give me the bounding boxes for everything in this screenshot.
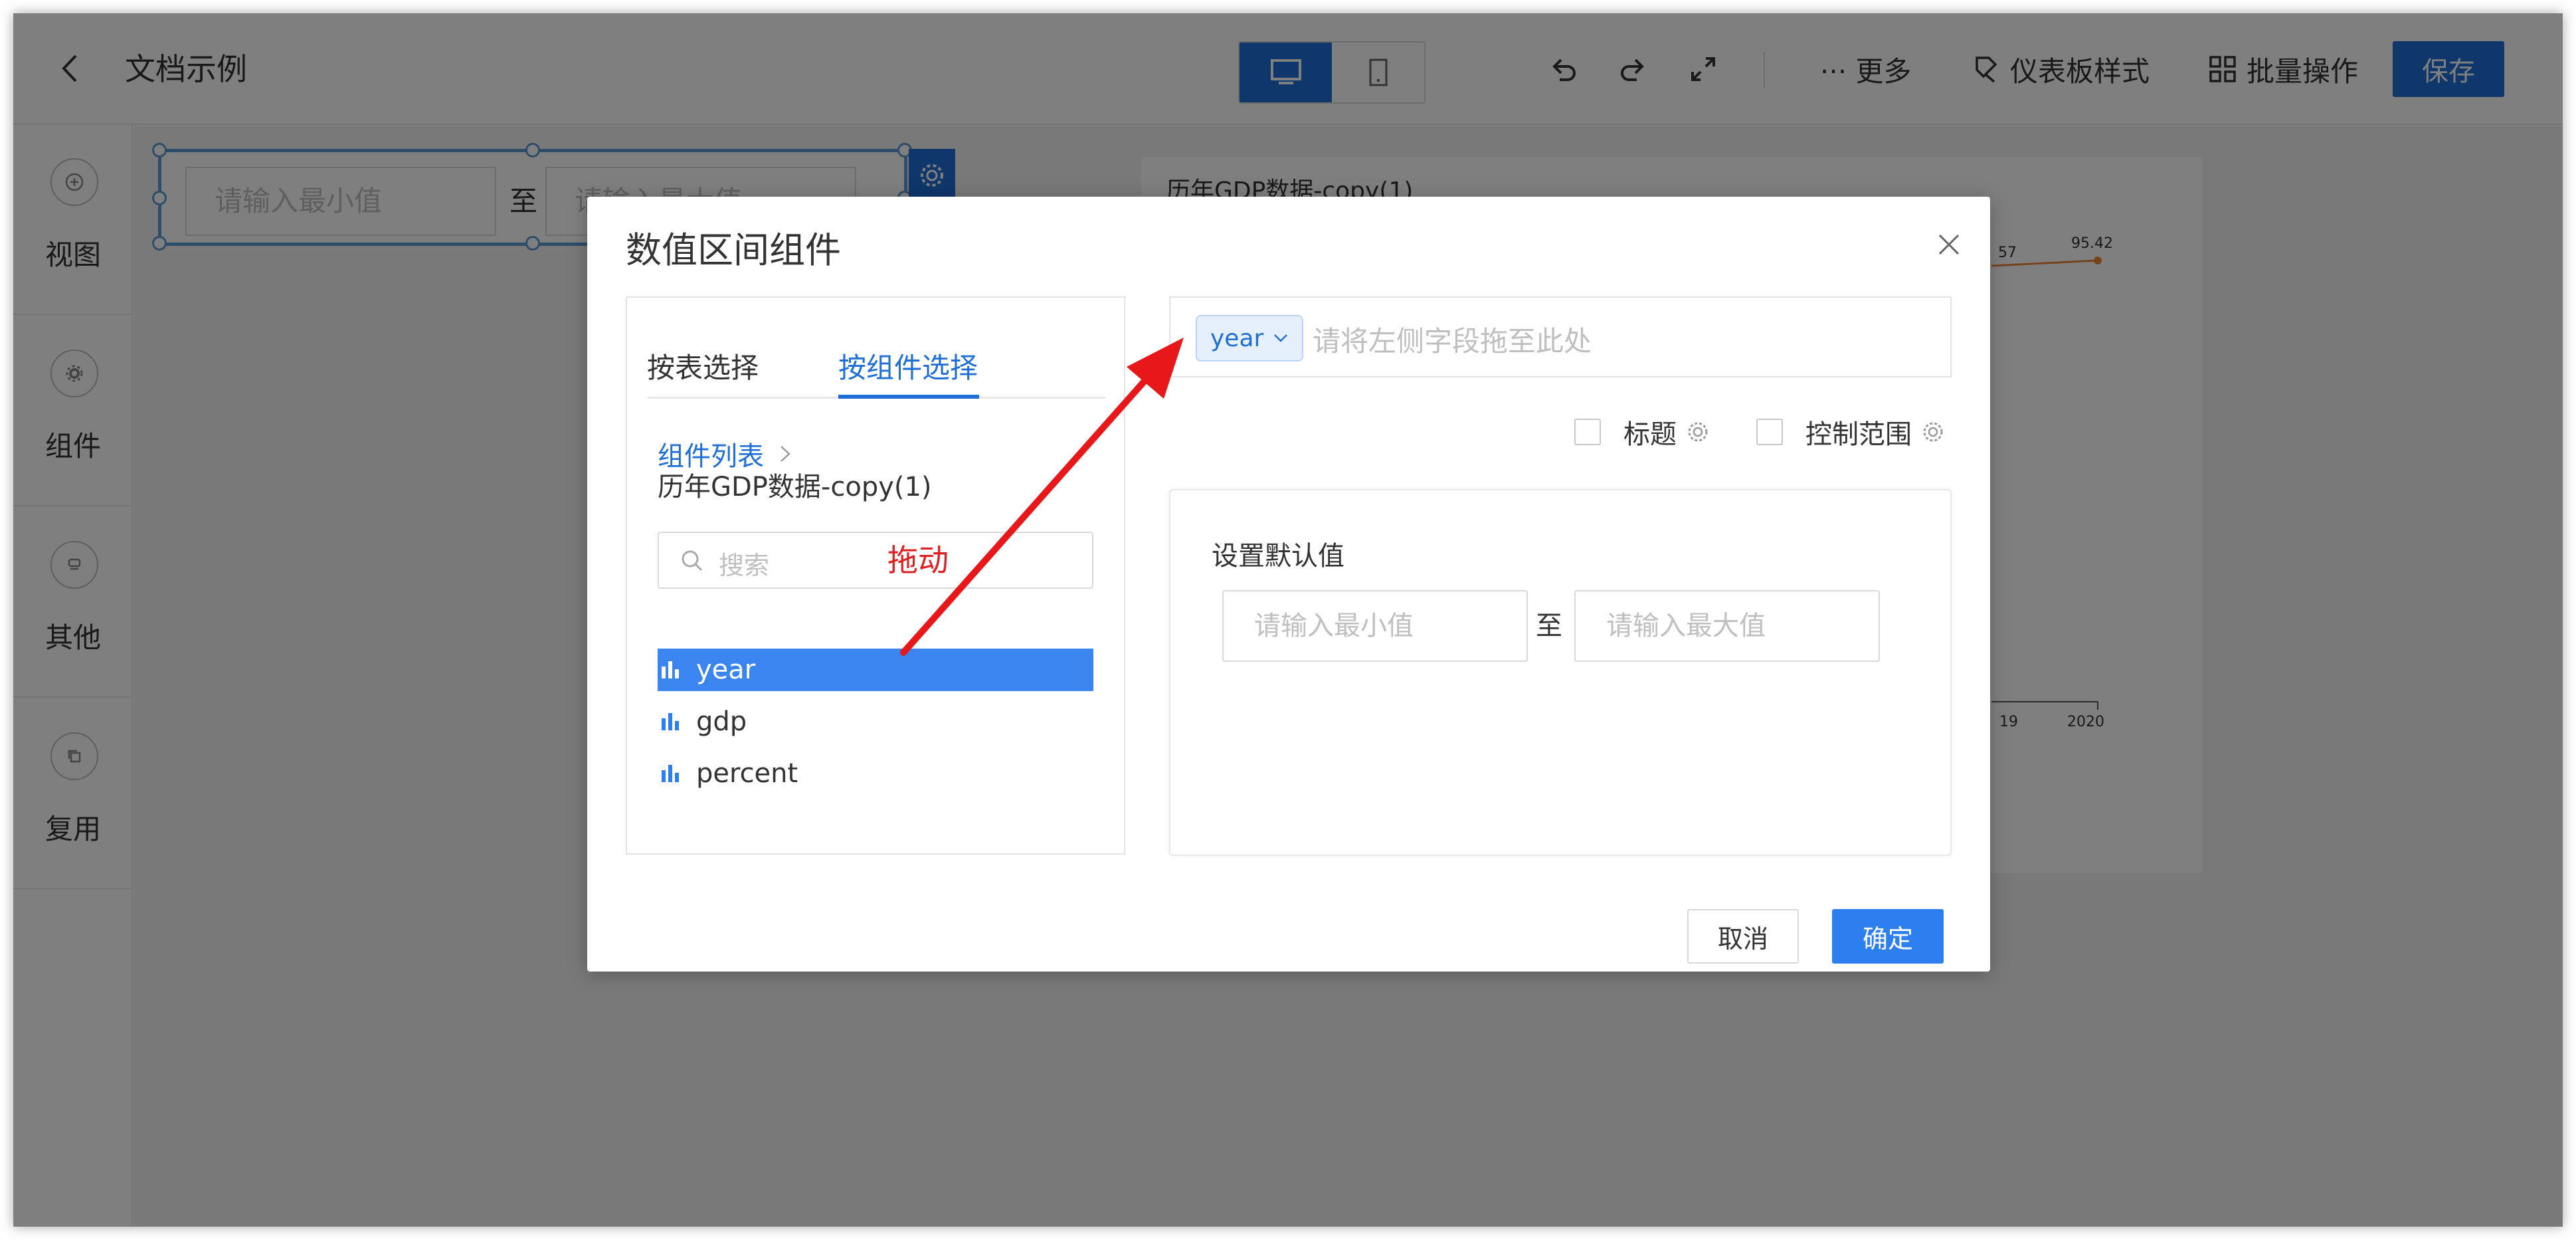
cancel-button[interactable]: 取消 <box>1687 909 1799 964</box>
settings-icon[interactable] <box>1921 420 1945 444</box>
tab-by-table[interactable]: 按表选择 <box>647 346 759 386</box>
drop-placeholder: 请将左侧字段拖至此处 <box>1313 325 1592 358</box>
title-checkbox[interactable] <box>1574 419 1601 445</box>
settings-icon[interactable] <box>1686 420 1710 444</box>
range-component-dialog: 数值区间组件 按表选择 按组件选择 组件列表 历年GDP数据-copy(1) 搜… <box>587 197 1990 972</box>
field-item-year[interactable]: year <box>658 649 1093 691</box>
breadcrumb-current: 历年GDP数据-copy(1) <box>658 472 932 502</box>
tag-label: year <box>1210 324 1264 352</box>
search-placeholder: 搜索 <box>719 551 770 580</box>
field-source-panel: 按表选择 按组件选择 组件列表 历年GDP数据-copy(1) 搜索 拖动 ye… <box>626 296 1125 855</box>
field-item-percent[interactable]: percent <box>658 752 1093 795</box>
default-min-input[interactable]: 请输入最小值 <box>1222 590 1528 662</box>
field-search-input[interactable]: 搜索 <box>658 532 1093 589</box>
source-tabs: 按表选择 按组件选择 <box>647 334 1105 399</box>
bar-chart-icon <box>662 765 679 782</box>
option-title-label: 标题 <box>1623 419 1677 450</box>
default-value-section: 设置默认值 请输入最小值 至 请输入最大值 <box>1169 489 1952 856</box>
dialog-title: 数值区间组件 <box>626 229 841 271</box>
default-separator: 至 <box>1536 611 1562 641</box>
active-tab-indicator <box>838 395 979 399</box>
option-title[interactable]: 标题 <box>1574 413 1710 451</box>
default-max-input[interactable]: 请输入最大值 <box>1574 590 1880 662</box>
tab-by-component[interactable]: 按组件选择 <box>838 346 978 386</box>
option-range-label: 控制范围 <box>1805 419 1912 450</box>
bar-chart-icon <box>662 661 679 678</box>
chevron-right-icon <box>781 446 790 462</box>
close-icon[interactable] <box>1936 231 1962 258</box>
field-label: year <box>696 655 756 685</box>
field-item-gdp[interactable]: gdp <box>658 700 1093 743</box>
search-icon <box>682 550 703 571</box>
default-value-label: 设置默认值 <box>1212 541 1344 571</box>
selected-field-tag[interactable]: year <box>1196 315 1304 362</box>
confirm-button[interactable]: 确定 <box>1832 909 1944 964</box>
field-label: gdp <box>696 706 747 737</box>
control-range-checkbox[interactable] <box>1756 419 1783 445</box>
bar-chart-icon <box>662 713 679 730</box>
field-label: percent <box>696 758 798 789</box>
drag-annotation: 拖动 <box>887 542 949 578</box>
app-window: 文档示例 ··· 更多 仪表板样式 批量操作 保存 <box>13 13 2563 1227</box>
option-control-range[interactable]: 控制范围 <box>1756 413 1945 451</box>
chevron-down-icon <box>1274 334 1288 342</box>
field-drop-zone[interactable]: year 请将左侧字段拖至此处 <box>1169 296 1952 377</box>
